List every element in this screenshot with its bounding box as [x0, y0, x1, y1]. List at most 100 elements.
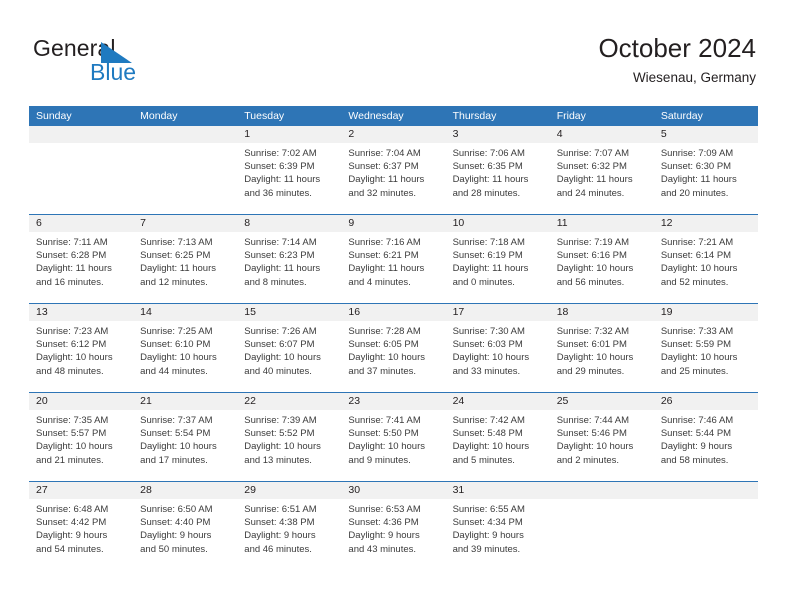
day-number-4[interactable]: 4 — [550, 126, 654, 143]
day-cell-26[interactable]: Sunrise: 7:46 AM Sunset: 5:44 PM Daylight:… — [654, 410, 758, 481]
day-detail-line: Sunset: 5:52 PM — [244, 428, 315, 440]
day-cell-4[interactable]: Sunrise: 7:07 AM Sunset: 6:32 PM Daylight:… — [550, 143, 654, 214]
day-detail-line: Sunrise: 7:02 AM — [244, 148, 317, 159]
day-cell-28[interactable]: Sunrise: 6:50 AM Sunset: 4:40 PM Daylight:… — [133, 499, 237, 570]
day-detail-line: Daylight: 10 hours — [348, 352, 425, 364]
day-detail-line: Daylight: 11 hours — [36, 263, 112, 275]
day-number-28[interactable]: 28 — [133, 482, 237, 499]
day-cell-21[interactable]: Sunrise: 7:37 AM Sunset: 5:54 PM Daylight:… — [133, 410, 237, 481]
day-number-25[interactable]: 25 — [550, 393, 654, 410]
day-cell-2[interactable]: Sunrise: 7:04 AM Sunset: 6:37 PM Daylight:… — [341, 143, 445, 214]
day-cell-23[interactable]: Sunrise: 7:41 AM Sunset: 5:50 PM Daylight:… — [341, 410, 445, 481]
day-cell-13[interactable]: Sunrise: 7:23 AM Sunset: 6:12 PM Daylight:… — [29, 321, 133, 392]
day-detail-line: Sunset: 6:21 PM — [348, 250, 419, 262]
day-detail-line: Sunset: 6:30 PM — [660, 161, 732, 173]
day-number-7[interactable]: 7 — [133, 215, 237, 232]
day-number-27[interactable]: 27 — [29, 482, 133, 499]
day-detail-line: Sunrise: 7:35 AM — [36, 415, 109, 426]
day-cell-9[interactable]: Sunrise: 7:16 AM Sunset: 6:21 PM Daylight:… — [341, 232, 445, 303]
day-detail-line: Daylight: 10 hours — [140, 441, 217, 453]
day-detail-line: Sunset: 6:32 PM — [556, 161, 627, 173]
day-cell-16[interactable]: Sunrise: 7:28 AM Sunset: 6:05 PM Daylight:… — [341, 321, 445, 392]
day-number-5[interactable]: 5 — [654, 126, 758, 143]
day-number-11[interactable]: 11 — [550, 215, 654, 232]
day-cell-3[interactable]: Sunrise: 7:06 AM Sunset: 6:35 PM Daylight:… — [446, 143, 550, 214]
day-detail-line: Daylight: 10 hours — [452, 441, 530, 453]
day-cell-30[interactable]: Sunrise: 6:53 AM Sunset: 4:36 PM Daylight:… — [341, 499, 445, 570]
day-detail-line: Daylight: 10 hours — [556, 441, 634, 453]
day-cell-15[interactable]: Sunrise: 7:26 AM Sunset: 6:07 PM Daylight:… — [237, 321, 341, 392]
day-detail-line: and 32 minutes. — [348, 187, 417, 199]
day-cell-29[interactable]: Sunrise: 6:51 AM Sunset: 4:38 PM Daylight:… — [237, 499, 341, 570]
day-number-19[interactable]: 19 — [654, 304, 758, 321]
day-detail-line: Sunset: 6:39 PM — [244, 161, 315, 173]
day-cell-25[interactable]: Sunrise: 7:44 AM Sunset: 5:46 PM Daylight:… — [550, 410, 654, 481]
day-detail-line: and 8 minutes. — [244, 276, 307, 288]
day-number-14[interactable]: 14 — [133, 304, 237, 321]
day-detail-line: Sunrise: 7:33 AM — [660, 326, 734, 337]
day-detail-line: Sunset: 6:07 PM — [244, 339, 315, 351]
day-number-16[interactable]: 16 — [341, 304, 445, 321]
weekday-header-monday: Monday — [140, 110, 178, 122]
day-number-18[interactable]: 18 — [550, 304, 654, 321]
day-detail-line: and 20 minutes. — [660, 187, 729, 199]
day-number-17[interactable]: 17 — [446, 304, 550, 321]
day-detail-line: Sunrise: 7:42 AM — [452, 415, 525, 426]
day-number-10[interactable]: 10 — [446, 215, 550, 232]
day-cell-17[interactable]: Sunrise: 7:30 AM Sunset: 6:03 PM Daylight:… — [446, 321, 550, 392]
day-cell-12[interactable]: Sunrise: 7:21 AM Sunset: 6:14 PM Daylight:… — [654, 232, 758, 303]
calendar-week-row: 1 2 3 4 5 Sunrise: 7:02 AM Sunset: 6:39 PM Dayl… — [29, 126, 758, 214]
day-cell-27[interactable]: Sunrise: 6:48 AM Sunset: 4:42 PM Daylight:… — [29, 499, 133, 570]
day-cell-18[interactable]: Sunrise: 7:32 AM Sunset: 6:01 PM Daylight:… — [550, 321, 654, 392]
day-detail-line: Daylight: 11 hours — [348, 263, 425, 275]
day-detail-line: Sunrise: 7:06 AM — [452, 148, 525, 159]
day-number-6[interactable]: 6 — [29, 215, 133, 232]
day-number-15[interactable]: 15 — [237, 304, 341, 321]
day-number-29[interactable]: 29 — [237, 482, 341, 499]
day-detail-line: and 12 minutes. — [140, 276, 208, 288]
week-detail-band: Sunrise: 7:35 AM Sunset: 5:57 PM Daylight:… — [29, 410, 758, 481]
day-number-22[interactable]: 22 — [237, 393, 341, 410]
day-cell-5[interactable]: Sunrise: 7:09 AM Sunset: 6:30 PM Daylight:… — [654, 143, 758, 214]
day-detail-line: Sunset: 5:50 PM — [348, 428, 419, 440]
day-number-3[interactable]: 3 — [446, 126, 550, 143]
day-cell-7[interactable]: Sunrise: 7:13 AM Sunset: 6:25 PM Daylight:… — [133, 232, 237, 303]
day-number-13[interactable]: 13 — [29, 304, 133, 321]
week-daynumber-band: 27 28 29 30 31 — [29, 482, 758, 499]
general-blue-logo[interactable]: General Blue — [33, 36, 253, 94]
day-number-9[interactable]: 9 — [341, 215, 445, 232]
day-cell-8[interactable]: Sunrise: 7:14 AM Sunset: 6:23 PM Daylight:… — [237, 232, 341, 303]
day-number-12[interactable]: 12 — [654, 215, 758, 232]
day-cell-11[interactable]: Sunrise: 7:19 AM Sunset: 6:16 PM Daylight:… — [550, 232, 654, 303]
logo-text-blue: Blue — [90, 59, 137, 85]
day-number-31[interactable]: 31 — [446, 482, 550, 499]
weekday-header-tuesday: Tuesday — [244, 110, 285, 122]
day-cell-1[interactable]: Sunrise: 7:02 AM Sunset: 6:39 PM Daylight:… — [237, 143, 341, 214]
day-number-2[interactable]: 2 — [341, 126, 445, 143]
day-number-30[interactable]: 30 — [341, 482, 445, 499]
day-detail-line: and 9 minutes. — [348, 454, 411, 466]
day-detail-line: Sunrise: 7:25 AM — [140, 326, 213, 337]
day-cell-24[interactable]: Sunrise: 7:42 AM Sunset: 5:48 PM Daylight:… — [446, 410, 550, 481]
day-cell-14[interactable]: Sunrise: 7:25 AM Sunset: 6:10 PM Daylight:… — [133, 321, 237, 392]
day-number-1[interactable]: 1 — [237, 126, 341, 143]
day-cell-10[interactable]: Sunrise: 7:18 AM Sunset: 6:19 PM Daylight:… — [446, 232, 550, 303]
day-cell-19[interactable]: Sunrise: 7:33 AM Sunset: 5:59 PM Daylight:… — [654, 321, 758, 392]
day-number-23[interactable]: 23 — [341, 393, 445, 410]
day-number-24[interactable]: 24 — [446, 393, 550, 410]
weekday-header-thursday: Thursday — [452, 110, 497, 122]
day-cell-6[interactable]: Sunrise: 7:11 AM Sunset: 6:28 PM Daylight:… — [29, 232, 133, 303]
day-detail-line: and 37 minutes. — [348, 365, 417, 377]
day-number-20[interactable]: 20 — [29, 393, 133, 410]
day-cell-22[interactable]: Sunrise: 7:39 AM Sunset: 5:52 PM Daylight:… — [237, 410, 341, 481]
day-number-21[interactable]: 21 — [133, 393, 237, 410]
day-number-26[interactable]: 26 — [654, 393, 758, 410]
day-number-8[interactable]: 8 — [237, 215, 341, 232]
day-detail-line: Daylight: 11 hours — [244, 174, 321, 186]
day-cell-31[interactable]: Sunrise: 6:55 AM Sunset: 4:34 PM Daylight:… — [446, 499, 550, 570]
day-detail-line: Sunset: 5:44 PM — [660, 428, 732, 440]
day-cell-20[interactable]: Sunrise: 7:35 AM Sunset: 5:57 PM Daylight:… — [29, 410, 133, 481]
day-detail-line: Sunset: 6:10 PM — [140, 339, 211, 351]
day-detail-line: Sunset: 4:42 PM — [36, 517, 107, 529]
day-number-empty — [133, 126, 237, 143]
